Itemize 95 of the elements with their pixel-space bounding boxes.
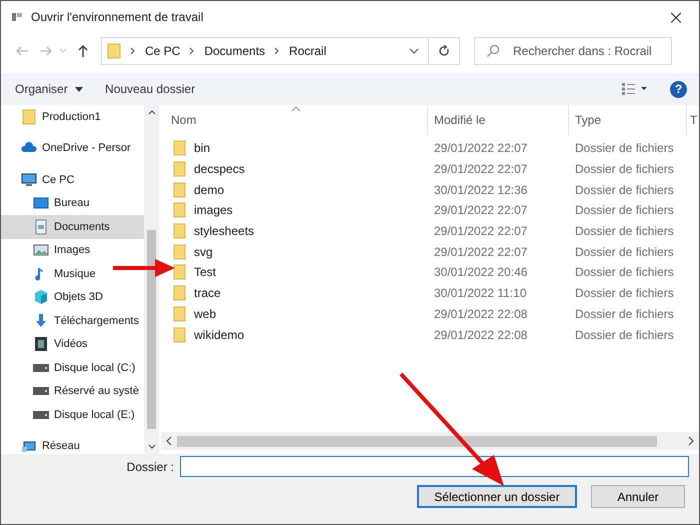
folder-icon [21,108,37,125]
desktop-icon [33,195,49,212]
type-cell-text: Dossier de fichiers [574,162,675,176]
folder-icon [173,223,186,240]
sidebar-item[interactable]: OneDrive - Persor [1,136,144,160]
type-cell-text: Dossier de fichiers [574,182,675,197]
date-cell-text: 29/01/2022 22:07 [433,203,528,218]
annotation-arrow [111,257,177,279]
window-title: Ouvrir l'environnement de travail [31,10,204,24]
address-bar[interactable]: Ce PC Documents Rocrail [101,37,460,65]
dropdown-caret-icon[interactable] [409,48,419,54]
date-cell-text: 29/01/2022 22:08 [433,328,528,342]
sidebar-item[interactable]: Production1 [1,105,144,128]
column-header[interactable]: Type [569,105,687,135]
breadcrumb-item[interactable]: Documents [204,44,266,58]
pc-icon [21,172,37,188]
date-cell-text: 30/01/2022 12:36 [433,182,528,197]
date-cell-text: 30/01/2022 11:10 [433,286,528,300]
sidebar-item[interactable]: Vidéos [1,332,144,356]
type-cell-text: Dossier de fichiers [574,306,675,321]
date-cell-text: 29/01/2022 22:08 [433,306,528,321]
type-cell-text: Dossier de fichiers [574,328,675,342]
documents-icon [33,218,49,235]
date-cell-text: 30/01/2022 20:46 [433,265,528,280]
file-name-cell[interactable]: images [161,202,428,218]
sidebar-item[interactable]: Bureau [1,192,144,215]
sidebar-item[interactable]: Images [1,238,144,262]
video-icon [33,336,49,352]
sidebar-item[interactable]: Réseau [1,434,144,458]
file-name-cell[interactable]: Test [161,264,428,280]
sidebar-item[interactable]: Musique [1,262,144,286]
folder-icon [173,161,186,178]
help-button[interactable]: ? [670,80,687,98]
search-icon [486,44,500,58]
date-cell-text: 29/01/2022 22:07 [433,224,528,238]
folder-icon [173,244,186,260]
scroll-down-icon[interactable] [148,444,156,449]
sidebar-item[interactable]: Disque local (E:) [1,403,144,426]
chevron-icon [130,47,136,55]
type-cell-text: Dossier de fichiers [574,203,675,218]
cube-icon [33,289,49,306]
column-header[interactable]: Modifié le [428,105,569,135]
folder-icon [173,326,186,343]
sidebar-item[interactable]: Documents [1,215,144,238]
file-name-cell[interactable]: bin [161,140,428,156]
download-icon [33,312,49,329]
organize-menu-button[interactable]: Organiser [9,78,90,100]
folder-label: Dossier : [126,460,174,474]
file-name-cell[interactable]: wikidemo [161,326,428,343]
select-folder-button[interactable]: Sélectionner un dossier [417,485,577,508]
date-cell-text: 29/01/2022 22:07 [433,244,528,259]
file-name-cell[interactable]: web [161,306,428,322]
cancel-button[interactable]: Annuler [591,485,685,508]
type-cell-text: Dossier de fichiers [574,224,675,238]
view-options-icon[interactable] [622,83,648,95]
images-icon [33,242,49,258]
sidebar-item[interactable]: Objets 3D [1,286,144,309]
up-arrow-icon[interactable] [77,44,89,58]
folder-icon [173,182,186,198]
type-cell-text: Dossier de fichiers [574,265,675,280]
date-cell-text: 29/01/2022 22:07 [433,141,528,156]
type-cell-text: Dossier de fichiers [574,141,675,156]
scroll-up-icon[interactable] [148,110,156,115]
folder-icon [173,285,186,302]
new-folder-button[interactable]: Nouveau dossier [99,78,202,100]
folder-icon [173,264,186,280]
file-name-cell[interactable]: trace [161,285,428,302]
search-field[interactable]: Rechercher dans : Rocrail [474,37,672,65]
folder-icon [173,202,186,218]
type-cell-text: Dossier de fichiers [574,244,675,259]
app-icon [11,11,23,23]
column-header[interactable]: T [687,105,699,135]
file-name-cell[interactable]: demo [161,182,428,198]
folder-icon [173,140,186,156]
close-button[interactable]: × [653,2,699,32]
sidebar-item[interactable]: Disque local (C:) [1,356,144,380]
sidebar-item[interactable]: Ce PC [1,168,144,192]
sidebar-item[interactable]: Téléchargements [1,309,144,332]
chevron-icon [274,47,280,55]
file-name-cell[interactable]: decspecs [161,161,428,178]
scroll-right-icon[interactable] [687,436,695,446]
sort-caret-icon [291,106,301,112]
file-name-cell[interactable]: svg [161,244,428,260]
file-name-cell[interactable]: stylesheets [161,223,428,240]
chevron-icon [189,47,196,55]
breadcrumb-item[interactable]: Ce PC [145,44,180,58]
date-cell-text: 29/01/2022 22:07 [433,162,528,176]
folder-icon [107,43,121,59]
folder-icon [173,306,186,322]
sidebar-item[interactable]: Réservé au systè [1,380,144,403]
type-cell-text: Dossier de fichiers [574,286,675,300]
scroll-left-icon[interactable] [165,436,173,446]
column-header[interactable]: Nom [161,105,428,135]
breadcrumb-item[interactable]: Rocrail [289,44,326,58]
caret-icon [75,87,84,92]
